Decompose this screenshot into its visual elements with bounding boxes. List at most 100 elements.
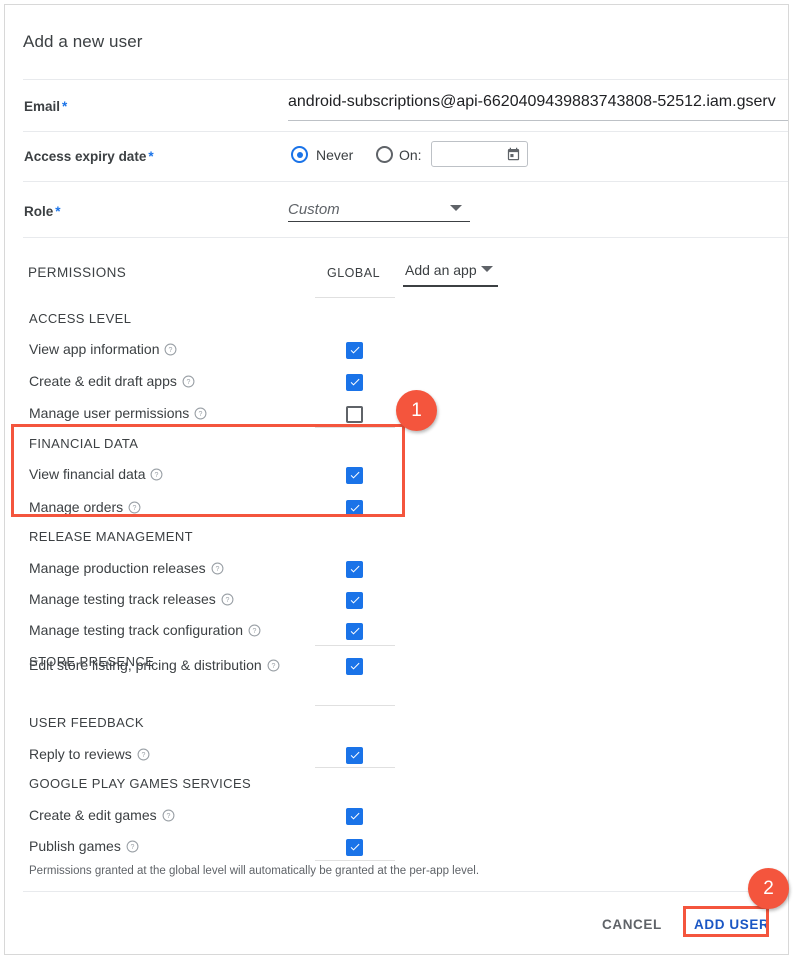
svg-text:?: ? — [130, 844, 134, 851]
help-circle-icon[interactable]: ? — [211, 562, 224, 575]
permission-group-header: USER FEEDBACK — [29, 715, 145, 730]
permission-label: Publish games? — [29, 838, 139, 854]
help-circle-icon[interactable]: ? — [182, 375, 195, 388]
check-icon — [350, 378, 360, 386]
svg-text:?: ? — [133, 505, 137, 512]
add-an-app-underline — [403, 285, 498, 287]
permission-checkbox[interactable] — [346, 467, 363, 484]
radio-never-dot — [296, 151, 303, 158]
help-circle-icon[interactable]: ? — [162, 809, 175, 822]
help-circle-icon[interactable]: ? — [164, 343, 177, 356]
permission-label: View financial data? — [29, 466, 163, 482]
permission-checkbox[interactable] — [346, 747, 363, 764]
global-column-divider — [315, 860, 395, 861]
expiry-date-input[interactable] — [431, 141, 528, 167]
add-an-app-button[interactable]: Add an app — [405, 262, 477, 278]
radio-never-label: Never — [316, 147, 354, 163]
check-icon — [350, 812, 360, 820]
expiry-label: Access expiry date * — [24, 149, 154, 164]
calendar-icon — [507, 147, 520, 161]
permission-checkbox[interactable] — [346, 561, 363, 578]
chevron-down-icon[interactable] — [450, 205, 462, 211]
email-field-underline — [288, 120, 788, 121]
role-required-mark: * — [55, 204, 61, 219]
permission-label: Manage production releases? — [29, 560, 224, 576]
svg-text:?: ? — [186, 379, 190, 386]
global-column-divider — [315, 705, 395, 706]
global-column-header: GLOBAL — [327, 266, 381, 280]
divider-expiry — [23, 181, 788, 182]
check-icon — [350, 346, 360, 354]
divider-title — [23, 79, 788, 80]
check-icon — [350, 751, 360, 759]
permission-label: View app information? — [29, 341, 177, 357]
help-circle-icon[interactable]: ? — [150, 468, 163, 481]
annotation-badge-1: 1 — [396, 390, 437, 431]
role-label-text: Role — [24, 204, 54, 219]
screenshot-root: Add a new user Email * android-subscripti… — [0, 0, 793, 959]
check-icon — [350, 627, 360, 635]
permission-checkbox[interactable] — [346, 592, 363, 609]
role-select-value[interactable]: Custom — [288, 201, 340, 218]
help-circle-icon[interactable]: ? — [267, 659, 280, 672]
global-column-divider — [315, 427, 395, 428]
help-circle-icon[interactable]: ? — [128, 501, 141, 514]
role-label: Role * — [24, 204, 61, 219]
help-circle-icon[interactable]: ? — [221, 593, 234, 606]
help-circle-icon[interactable]: ? — [126, 840, 139, 853]
permission-label: Manage testing track releases? — [29, 591, 234, 607]
check-icon — [350, 504, 360, 512]
radio-on-label: On: — [399, 147, 422, 163]
cancel-button[interactable]: CANCEL — [602, 917, 662, 932]
svg-text:?: ? — [225, 597, 229, 604]
radio-never[interactable] — [291, 146, 308, 163]
add-user-button[interactable]: ADD USER — [694, 917, 769, 932]
permission-checkbox[interactable] — [346, 406, 363, 423]
email-required-mark: * — [62, 99, 68, 114]
permission-checkbox[interactable] — [346, 839, 363, 856]
divider-role — [23, 237, 788, 238]
permission-label: Manage orders? — [29, 499, 141, 515]
add-app-chevron-down-icon[interactable] — [481, 266, 493, 272]
help-circle-icon[interactable]: ? — [194, 407, 207, 420]
svg-text:?: ? — [169, 347, 173, 354]
svg-text:?: ? — [199, 411, 203, 418]
check-icon — [350, 596, 360, 604]
permission-checkbox[interactable] — [346, 808, 363, 825]
permissions-footer-note: Permissions granted at the global level … — [29, 865, 480, 877]
permission-checkbox[interactable] — [346, 623, 363, 640]
permission-label: Reply to reviews? — [29, 746, 150, 762]
add-user-dialog: Add a new user Email * android-subscripti… — [4, 4, 789, 955]
permission-checkbox[interactable] — [346, 500, 363, 517]
global-column-divider — [315, 297, 395, 298]
svg-text:?: ? — [166, 813, 170, 820]
permission-checkbox[interactable] — [346, 658, 363, 675]
svg-text:?: ? — [215, 566, 219, 573]
permission-group-header: FINANCIAL DATA — [29, 436, 139, 451]
check-icon — [350, 565, 360, 573]
divider-footer — [23, 891, 788, 892]
email-label-text: Email — [24, 99, 61, 114]
check-icon — [350, 843, 360, 851]
check-icon — [350, 471, 360, 479]
expiry-required-mark: * — [148, 149, 154, 164]
role-select-underline — [288, 221, 470, 222]
permission-label: Edit store listing, pricing & distributi… — [29, 657, 280, 673]
email-field[interactable]: android-subscriptions@api-66204094398837… — [288, 93, 788, 111]
help-circle-icon[interactable]: ? — [248, 624, 261, 637]
divider-email — [23, 131, 788, 132]
permissions-heading: PERMISSIONS — [28, 265, 127, 280]
svg-text:?: ? — [141, 752, 145, 759]
check-icon — [350, 662, 360, 670]
svg-text:?: ? — [271, 663, 275, 670]
permission-checkbox[interactable] — [346, 342, 363, 359]
permission-label: Create & edit games? — [29, 807, 175, 823]
permission-group-header: GOOGLE PLAY GAMES SERVICES — [29, 776, 252, 791]
annotation-badge-2: 2 — [748, 868, 789, 909]
radio-on[interactable] — [376, 146, 393, 163]
permission-group-header: ACCESS LEVEL — [29, 311, 132, 326]
permission-label: Manage user permissions? — [29, 405, 207, 421]
permission-checkbox[interactable] — [346, 374, 363, 391]
help-circle-icon[interactable]: ? — [137, 748, 150, 761]
expiry-label-text: Access expiry date — [24, 149, 147, 164]
